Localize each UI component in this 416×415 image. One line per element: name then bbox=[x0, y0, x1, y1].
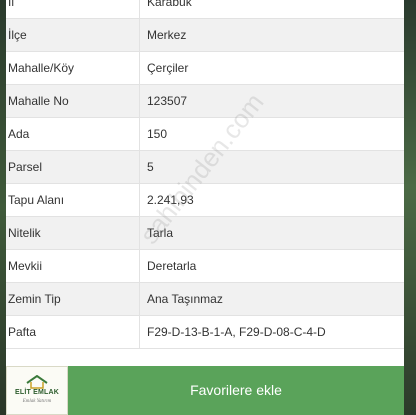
row-label: Nitelik bbox=[6, 217, 140, 249]
table-row: Parsel 5 bbox=[6, 151, 404, 184]
row-value: Deretarla bbox=[147, 259, 197, 273]
row-label: Mahalle No bbox=[6, 85, 140, 117]
table-row: Ada 150 bbox=[6, 118, 404, 151]
table-row: Nitelik Tarla bbox=[6, 217, 404, 250]
table-row: Pafta F29-D-13-B-1-A, F29-D-08-C-4-D bbox=[6, 316, 404, 349]
row-value: Merkez bbox=[147, 28, 187, 42]
row-value: 5 bbox=[147, 160, 154, 174]
logo-tagline: Emlak Yatırım bbox=[22, 399, 52, 404]
table-row: Mahalle/Köy Çerçiler bbox=[6, 52, 404, 85]
table-row: Mevkii Deretarla bbox=[6, 250, 404, 283]
row-value: Çerçiler bbox=[147, 61, 189, 75]
parcel-info-table: İl Karabük İlçe Merkez Mahalle/Köy Çerçi… bbox=[6, 0, 404, 370]
table-row: İlçe Merkez bbox=[6, 19, 404, 52]
elit-emlak-logo: ELİT EMLAK Emlak Yatırım bbox=[6, 366, 68, 415]
row-label: Parsel bbox=[6, 151, 140, 183]
row-label: İlçe bbox=[6, 19, 140, 51]
row-label: Mevkii bbox=[6, 250, 140, 282]
row-label: Mahalle/Köy bbox=[6, 52, 140, 84]
house-icon bbox=[26, 375, 48, 389]
add-to-favorites-button[interactable]: Favorilere ekle bbox=[68, 366, 404, 415]
logo-name: ELİT EMLAK bbox=[15, 389, 59, 396]
row-value: 2.241,93 bbox=[147, 193, 194, 207]
row-label: Ada bbox=[6, 118, 140, 150]
row-label: Pafta bbox=[6, 316, 140, 348]
table-row: İl Karabük bbox=[6, 0, 404, 19]
row-value: Tarla bbox=[147, 226, 174, 240]
row-label: Tapu Alanı bbox=[6, 184, 140, 216]
row-value: 150 bbox=[147, 127, 168, 141]
row-value: F29-D-13-B-1-A, F29-D-08-C-4-D bbox=[147, 325, 326, 339]
table-row: Mahalle No 123507 bbox=[6, 85, 404, 118]
row-label: İl bbox=[6, 0, 140, 18]
row-value: Ana Taşınmaz bbox=[147, 292, 223, 306]
table-row: Zemin Tip Ana Taşınmaz bbox=[6, 283, 404, 316]
row-value: Karabük bbox=[147, 0, 192, 9]
row-value: 123507 bbox=[147, 94, 188, 108]
background-right-edge bbox=[404, 0, 416, 415]
table-row: Tapu Alanı 2.241,93 bbox=[6, 184, 404, 217]
row-label: Zemin Tip bbox=[6, 283, 140, 315]
